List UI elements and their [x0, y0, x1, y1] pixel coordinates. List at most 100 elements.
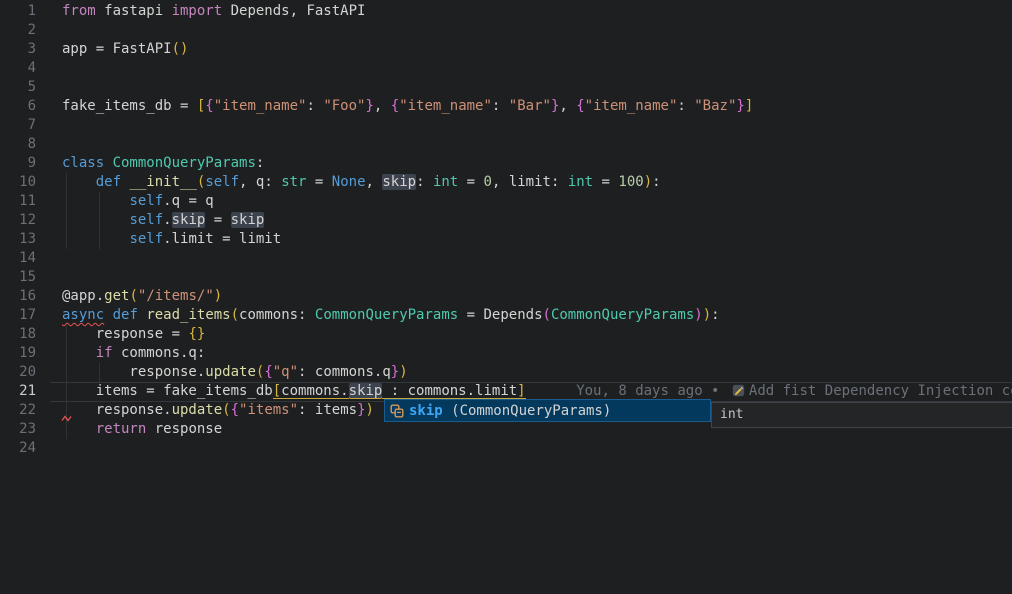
- code-line[interactable]: 9class CommonQueryParams:: [0, 154, 1012, 173]
- code-line[interactable]: 12 self.skip = skip: [0, 211, 1012, 230]
- code-line[interactable]: 2: [0, 21, 1012, 40]
- line-number[interactable]: 23: [0, 420, 36, 439]
- code-token: =: [458, 174, 483, 190]
- code-line[interactable]: 13 self.limit = limit: [0, 230, 1012, 249]
- code-editor[interactable]: 1from fastapi import Depends, FastAPI23a…: [0, 0, 1012, 594]
- code-token: items = fake_items_db: [62, 383, 273, 399]
- code-token: int: [433, 174, 458, 190]
- code-token: (: [231, 307, 239, 323]
- line-number[interactable]: 14: [0, 249, 36, 268]
- code-line[interactable]: 20 response.update({"q": commons.q}): [0, 363, 1012, 382]
- code-line[interactable]: 11 self.q = q: [0, 192, 1012, 211]
- suggest-item-label: skip: [409, 403, 443, 419]
- code-token: .limit = limit: [163, 231, 281, 247]
- line-number[interactable]: 24: [0, 439, 36, 458]
- code-token: response =: [62, 326, 188, 342]
- code-line[interactable]: 24: [0, 439, 1012, 458]
- code-token: =: [593, 174, 618, 190]
- line-number[interactable]: 8: [0, 135, 36, 154]
- code-token: CommonQueryParams: [315, 307, 458, 323]
- line-number[interactable]: 10: [0, 173, 36, 192]
- code-line[interactable]: 19 if commons.q:: [0, 344, 1012, 363]
- code-token: async: [62, 307, 104, 323]
- code-token: class: [62, 155, 113, 171]
- code-token: [: [273, 383, 281, 399]
- line-number[interactable]: 4: [0, 59, 36, 78]
- line-number[interactable]: 1: [0, 2, 36, 21]
- line-number[interactable]: 11: [0, 192, 36, 211]
- code-token: =: [458, 307, 483, 323]
- code-text: return response: [62, 420, 222, 439]
- code-token: =: [306, 174, 331, 190]
- code-token: response: [146, 421, 222, 437]
- code-token: from: [62, 3, 96, 19]
- line-number[interactable]: 7: [0, 116, 36, 135]
- code-token: ): [644, 174, 652, 190]
- code-token: (: [129, 288, 137, 304]
- code-line[interactable]: 8: [0, 135, 1012, 154]
- code-line[interactable]: 15: [0, 268, 1012, 287]
- line-number[interactable]: 17: [0, 306, 36, 325]
- code-token: skip: [172, 212, 206, 228]
- code-text: @app.get("/items/"): [62, 287, 222, 306]
- line-number[interactable]: 22: [0, 401, 36, 420]
- line-number[interactable]: 20: [0, 363, 36, 382]
- code-line[interactable]: 5: [0, 78, 1012, 97]
- line-number[interactable]: 18: [0, 325, 36, 344]
- code-token: ): [703, 307, 711, 323]
- code-text: self.limit = limit: [62, 230, 281, 249]
- code-line[interactable]: 10 def __init__(self, q: str = None, ski…: [0, 173, 1012, 192]
- code-token: ): [366, 402, 374, 418]
- code-token: ): [214, 288, 222, 304]
- code-text: fake_items_db = [{"item_name": "Foo"}, {…: [62, 97, 753, 116]
- line-number[interactable]: 16: [0, 287, 36, 306]
- code-line[interactable]: 1 from fastapi import Depends, FastAPI: [0, 2, 1012, 21]
- code-token: self: [129, 193, 163, 209]
- code-token: commons.q:: [113, 345, 206, 361]
- suggest-widget-row[interactable]: skip (CommonQueryParams): [384, 399, 711, 422]
- code-line[interactable]: 3app = FastAPI(): [0, 40, 1012, 59]
- code-token: =: [205, 212, 230, 228]
- line-number[interactable]: 3: [0, 40, 36, 59]
- code-token: Depends, FastAPI: [222, 3, 365, 19]
- line-number[interactable]: 5: [0, 78, 36, 97]
- code-text: async def read_items(commons: CommonQuer…: [62, 306, 720, 325]
- line-number[interactable]: 21: [0, 382, 36, 401]
- line-number[interactable]: 9: [0, 154, 36, 173]
- code-token: }: [365, 98, 373, 114]
- code-token: "item_name": [399, 98, 492, 114]
- line-number[interactable]: 12: [0, 211, 36, 230]
- line-number[interactable]: 15: [0, 268, 36, 287]
- code-token: "Foo": [323, 98, 365, 114]
- line-number[interactable]: 2: [0, 21, 36, 40]
- code-token: fake_items_db =: [62, 98, 197, 114]
- code-token: :: [416, 174, 433, 190]
- code-token: :: [306, 98, 323, 114]
- code-text: from fastapi import Depends, FastAPI: [62, 2, 365, 21]
- code-token: fastapi: [96, 3, 172, 19]
- code-token: 100: [618, 174, 643, 190]
- code-token: read_items: [146, 307, 230, 323]
- line-number[interactable]: 6: [0, 97, 36, 116]
- code-line[interactable]: 14: [0, 249, 1012, 268]
- code-token: self: [205, 174, 239, 190]
- code-token: , q:: [239, 174, 281, 190]
- line-number[interactable]: 19: [0, 344, 36, 363]
- line-number[interactable]: 13: [0, 230, 36, 249]
- code-token: ,: [374, 98, 391, 114]
- code-line[interactable]: 17 async def read_items(commons: CommonQu…: [0, 306, 1012, 325]
- code-token: (: [222, 402, 230, 418]
- code-token: Depends: [484, 307, 543, 323]
- code-token: (): [172, 41, 189, 57]
- code-token: , limit:: [492, 174, 568, 190]
- code-token: [104, 307, 112, 323]
- code-token: [62, 193, 129, 209]
- code-token: ]: [745, 98, 753, 114]
- code-line[interactable]: 18 response = {}: [0, 325, 1012, 344]
- code-line[interactable]: 4: [0, 59, 1012, 78]
- code-line[interactable]: 7: [0, 116, 1012, 135]
- code-line[interactable]: 6 fake_items_db = [{"item_name": "Foo"}, …: [0, 97, 1012, 116]
- code-token: commons:: [239, 307, 315, 323]
- code-token: ,: [366, 174, 383, 190]
- code-line[interactable]: 16 @app.get("/items/"): [0, 287, 1012, 306]
